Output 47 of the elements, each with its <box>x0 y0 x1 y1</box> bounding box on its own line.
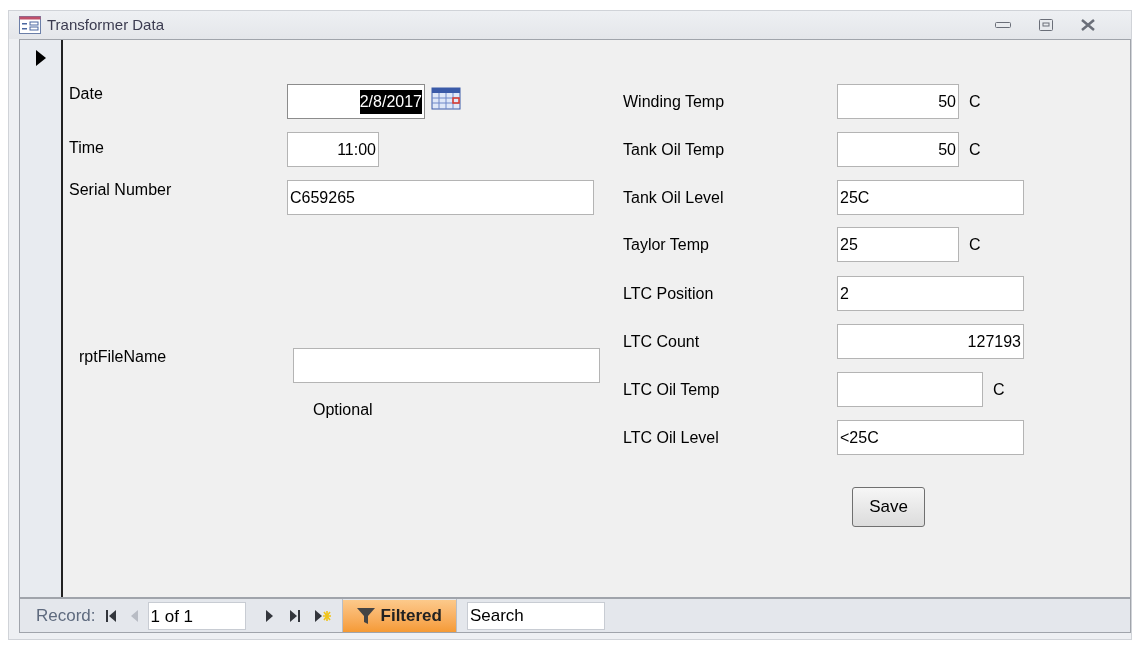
record-selector[interactable] <box>20 40 63 597</box>
next-record-icon[interactable] <box>263 608 275 623</box>
field-label: Serial Number <box>69 180 172 200</box>
close-icon[interactable] <box>1081 19 1095 31</box>
text-field[interactable]: 25 <box>837 227 959 262</box>
unit-label: C <box>969 235 981 255</box>
text-field[interactable]: 50 <box>837 132 959 167</box>
minimize-icon[interactable] <box>995 22 1011 28</box>
restore-icon[interactable] <box>1039 19 1053 31</box>
text-field[interactable]: 2 <box>837 276 1024 311</box>
field-label: LTC Count <box>623 332 700 352</box>
unit-label: C <box>993 380 1005 400</box>
text-field[interactable] <box>837 372 983 407</box>
calendar-icon[interactable] <box>431 86 461 110</box>
field-label: Date <box>69 84 103 104</box>
text-field[interactable]: 25C <box>837 180 1024 215</box>
funnel-icon <box>356 606 375 625</box>
field-label: Time <box>69 138 104 158</box>
field-label: LTC Oil Temp <box>623 380 720 400</box>
window-title: Transformer Data <box>47 14 164 35</box>
text-field[interactable]: 11:00 <box>287 132 379 167</box>
record-label: Record: <box>36 604 96 627</box>
field-label: Tank Oil Temp <box>623 140 725 160</box>
field-label: LTC Oil Level <box>623 428 719 448</box>
field-label: Winding Temp <box>623 92 725 112</box>
text-field[interactable]: <25C <box>837 420 1024 455</box>
hint-text: Optional <box>313 400 373 420</box>
field-label: Taylor Temp <box>623 235 709 255</box>
form-icon <box>19 16 41 34</box>
field-label: LTC Position <box>623 284 714 304</box>
text-field[interactable]: 127193 <box>837 324 1024 359</box>
field-label: Tank Oil Level <box>623 188 724 208</box>
current-record-icon <box>35 50 46 66</box>
filter-toggle[interactable]: Filtered <box>342 599 456 632</box>
text-field[interactable]: 2/8/2017 <box>287 84 425 119</box>
search-field[interactable]: Search <box>466 601 605 630</box>
text-field[interactable]: 50 <box>837 84 959 119</box>
unit-label: C <box>969 140 981 160</box>
last-record-icon[interactable] <box>288 608 300 623</box>
first-record-icon[interactable] <box>105 608 117 623</box>
save-button[interactable]: Save <box>852 487 925 527</box>
text-field[interactable] <box>293 348 600 383</box>
record-position-field[interactable]: 1 of 1 <box>147 601 246 630</box>
new-record-icon[interactable] <box>313 608 332 623</box>
field-label: rptFileName <box>79 347 167 367</box>
unit-label: C <box>969 92 981 112</box>
text-field[interactable]: C659265 <box>287 180 594 215</box>
